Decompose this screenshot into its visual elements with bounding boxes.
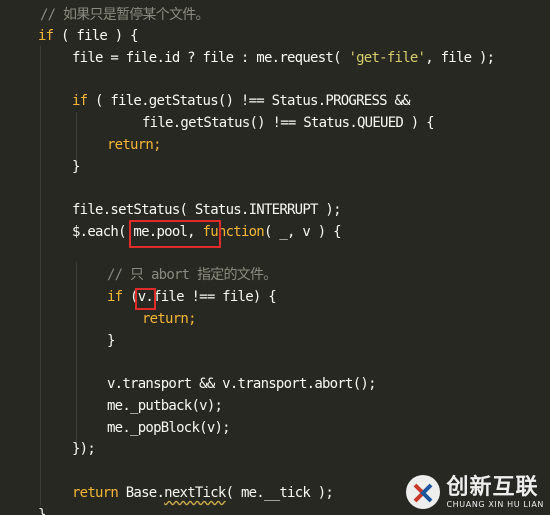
code-token: me._popBlock(v);: [107, 420, 231, 436]
code-line: }: [107, 331, 115, 353]
code-line: file.getStatus() !== Status.QUEUED ) {: [142, 113, 435, 135]
code-line: return;: [107, 135, 162, 157]
code-line: return;: [142, 309, 197, 331]
code-token: me._putback(v);: [107, 398, 223, 414]
code-line: file.setStatus( Status.INTERRUPT );: [72, 200, 342, 222]
code-token: }: [72, 159, 80, 175]
code-token: ( file.getStatus() !== Status.PROGRESS &…: [87, 93, 411, 109]
code-line: }: [72, 157, 80, 179]
code-line: file = file.id ? file : me.request( 'get…: [72, 48, 495, 70]
code-token: // 只 abort 指定的文件。: [107, 267, 277, 283]
code-token: , file );: [425, 50, 495, 66]
indent-guide: [40, 46, 41, 506]
watermark: 创新互联 CHUANG XIN HU LIAN: [406, 475, 544, 509]
code-line: return Base.nextTick( me.__tick );: [72, 483, 334, 505]
code-token: nextTick: [164, 485, 226, 501]
highlight-me-pool: [129, 220, 221, 248]
code-token: return;: [142, 311, 197, 327]
highlight-v: [135, 288, 156, 310]
code-token: ( file ) {: [53, 28, 139, 44]
code-token: }: [107, 333, 115, 349]
code-token: }: [38, 507, 46, 515]
code-editor[interactable]: // 如果只是暂停某个文件。 if ( file ) {file = file.i…: [0, 0, 550, 515]
code-token: return: [72, 485, 119, 501]
code-token: if: [107, 289, 123, 305]
code-token: Base.: [118, 485, 165, 501]
watermark-chinese-text: 创新互联: [446, 474, 539, 500]
watermark-english-text: CHUANG XIN HU LIAN: [446, 499, 544, 509]
code-line: }: [38, 505, 46, 515]
code-token: if: [38, 28, 54, 44]
code-line: me._popBlock(v);: [107, 418, 231, 440]
code-line: // 只 abort 指定的文件。: [107, 265, 277, 287]
code-line: if (v.file !== file) {: [107, 287, 277, 309]
code-line: v.transport && v.transport.abort();: [107, 374, 377, 396]
code-token: if: [72, 93, 88, 109]
code-token: ( _, v ) {: [263, 224, 342, 240]
code-token: });: [72, 441, 96, 457]
code-token: // 如果只是暂停某个文件。: [40, 7, 210, 23]
code-token: ( me.__tick );: [225, 485, 334, 501]
code-token: file = file.id ? file : me.request(: [72, 50, 349, 66]
code-token: 'get-file': [348, 50, 426, 66]
code-token: file.setStatus( Status.INTERRUPT );: [72, 202, 342, 218]
code-line: if ( file ) {: [38, 26, 139, 48]
indent-guide: [76, 262, 77, 452]
code-token: return;: [107, 137, 162, 153]
code-line: me._putback(v);: [107, 396, 223, 418]
code-line: // 如果只是暂停某个文件。: [40, 5, 210, 27]
chuangxin-logo-icon: [406, 475, 441, 509]
code-line: });: [72, 439, 96, 461]
code-line: if ( file.getStatus() !== Status.PROGRES…: [72, 91, 411, 113]
code-token: v.transport && v.transport.abort();: [107, 376, 377, 392]
code-token: file.getStatus() !== Status.QUEUED ) {: [142, 115, 435, 131]
